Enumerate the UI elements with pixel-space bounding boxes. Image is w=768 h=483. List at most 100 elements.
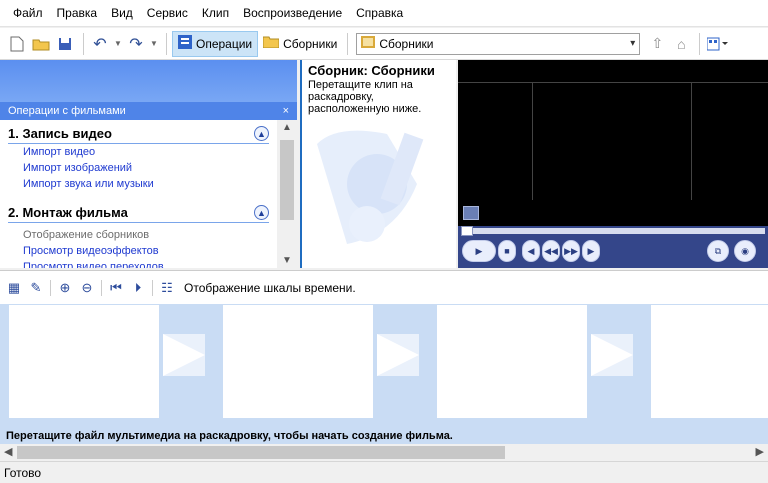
save-icon[interactable]: [54, 33, 76, 55]
toolbar-separator: [699, 32, 701, 55]
scroll-left-icon[interactable]: ◀: [4, 445, 12, 458]
scroll-down-icon[interactable]: ▼: [277, 255, 297, 266]
scroll-right-icon[interactable]: ▶: [756, 445, 764, 458]
folder-up-icon[interactable]: ⇧: [646, 33, 668, 55]
storyboard-clip-slot[interactable]: [437, 305, 587, 418]
rewind-storyboard-icon[interactable]: ⏮: [108, 280, 124, 296]
scrollbar-thumb[interactable]: [17, 446, 505, 459]
preview-grid-line: [532, 82, 533, 200]
link-view-transitions[interactable]: Просмотр видео переходов: [0, 259, 277, 268]
close-icon[interactable]: ×: [283, 105, 289, 117]
new-folder-icon[interactable]: ⌂: [670, 33, 692, 55]
collapse-chevron-icon[interactable]: ▲: [254, 126, 269, 141]
menu-edit[interactable]: Правка: [50, 6, 105, 20]
collections-pane: Сборник: Сборники Перетащите клип на рас…: [300, 60, 456, 268]
section-capture-title: 1. Запись видео: [8, 126, 112, 141]
section-edit-header[interactable]: 2. Монтаж фильма ▲: [0, 199, 277, 222]
collection-select[interactable]: Сборники ▾: [356, 32, 641, 55]
operations-toggle-button[interactable]: Операции: [172, 30, 259, 57]
toolbar-separator: [166, 32, 167, 55]
redo-dropdown-icon[interactable]: ▼: [149, 33, 159, 55]
views-icon[interactable]: [705, 33, 731, 55]
collection-select-value: Сборники: [379, 36, 434, 51]
preview-monitor: ▶ ■ ◀ ◀◀ ▶▶ ▶ ⧉ ◉: [458, 60, 768, 268]
storyboard-clip-slot[interactable]: [9, 305, 159, 418]
seek-track[interactable]: [461, 228, 765, 234]
toolbar-separator: [347, 32, 349, 55]
task-pane-body: 1. Запись видео ▲ Импорт видео Импорт из…: [0, 120, 277, 268]
menu-view[interactable]: Вид: [104, 6, 140, 20]
stop-button[interactable]: ■: [498, 240, 516, 262]
new-project-icon[interactable]: [6, 33, 28, 55]
zoom-out-icon[interactable]: ⊖: [79, 280, 95, 296]
collections-toggle-button[interactable]: Сборники: [258, 31, 342, 57]
collection-icon: [361, 35, 376, 52]
transition-slot[interactable]: [163, 334, 205, 376]
storyboard-toolbar: ▦ ✎ ⊕ ⊖ ⏮ ⏵ ☷ Отображение шкалы времени.: [0, 270, 768, 304]
menu-bar: Файл Правка Вид Сервис Клип Воспроизведе…: [0, 0, 768, 27]
status-bar: Готово: [0, 461, 768, 483]
link-import-video[interactable]: Импорт видео: [0, 144, 277, 160]
collection-title: Сборник: Сборники: [308, 63, 435, 78]
take-picture-button[interactable]: ◉: [734, 240, 756, 262]
open-folder-icon[interactable]: [30, 33, 52, 55]
menu-tools[interactable]: Сервис: [140, 6, 195, 20]
collapse-chevron-icon[interactable]: ▲: [254, 205, 269, 220]
collections-label: Сборники: [283, 36, 338, 51]
menu-clip[interactable]: Клип: [195, 6, 236, 20]
storyboard-clip-slot[interactable]: [223, 305, 373, 418]
transition-slot[interactable]: [591, 334, 633, 376]
storyboard-hint: Перетащите файл мультимедиа на раскадров…: [6, 430, 453, 442]
task-pane: Операции с фильмами × 1. Запись видео ▲ …: [0, 60, 297, 268]
rewind-button[interactable]: ◀◀: [542, 240, 560, 262]
section-divider: [8, 222, 269, 223]
storyboard: Перетащите файл мультимедиа на раскадров…: [0, 304, 768, 444]
film-reel-watermark: [307, 124, 447, 264]
play-storyboard-icon[interactable]: ⏵: [130, 280, 146, 296]
task-pane-title: Операции с фильмами: [8, 105, 126, 117]
collection-description: Перетащите клип на раскадровку, располож…: [308, 79, 422, 115]
link-show-collections[interactable]: Отображение сборников: [0, 227, 277, 243]
storyboard-clip-slot[interactable]: [651, 305, 768, 418]
play-button[interactable]: ▶: [462, 240, 496, 262]
operations-label: Операции: [196, 36, 253, 51]
section-edit-title: 2. Монтаж фильма: [8, 205, 128, 220]
menu-help[interactable]: Справка: [349, 6, 410, 20]
narration-icon[interactable]: ▦: [6, 280, 22, 296]
scrollbar-thumb[interactable]: [280, 140, 294, 220]
storyboard-scrollbar[interactable]: ◀ ▶: [0, 444, 768, 461]
tasks-icon: [178, 35, 192, 52]
split-screen-icon[interactable]: [463, 206, 479, 220]
link-import-audio[interactable]: Импорт звука или музыки: [0, 176, 277, 192]
next-frame-button[interactable]: ▶: [582, 240, 600, 262]
undo-dropdown-icon[interactable]: ▼: [113, 33, 123, 55]
split-clip-button[interactable]: ⧉: [707, 240, 729, 262]
toolbar: ↶ ▼ ↷ ▼ Операции Сборники Сборники ▾ ⇧ ⌂: [0, 28, 768, 60]
preview-grid-line: [691, 82, 692, 200]
folder-icon: [262, 36, 280, 51]
chevron-down-icon: ▾: [630, 38, 636, 49]
audio-levels-icon[interactable]: ✎: [28, 280, 44, 296]
scroll-up-icon[interactable]: ▲: [277, 122, 297, 133]
section-capture-header[interactable]: 1. Запись видео ▲: [0, 120, 277, 143]
undo-icon[interactable]: ↶: [89, 33, 111, 55]
transition-slot[interactable]: [377, 334, 419, 376]
toolbar-separator: [83, 32, 84, 55]
previous-frame-button[interactable]: ◀: [522, 240, 540, 262]
toolbar-separator: [101, 279, 102, 296]
fast-forward-button[interactable]: ▶▶: [562, 240, 580, 262]
toolbar-separator: [50, 279, 51, 296]
task-pane-banner: [0, 60, 297, 102]
zoom-in-icon[interactable]: ⊕: [57, 280, 73, 296]
link-import-images[interactable]: Импорт изображений: [0, 160, 277, 176]
task-pane-scrollbar[interactable]: ▲ ▼: [277, 120, 297, 268]
menu-play[interactable]: Воспроизведение: [236, 6, 349, 20]
show-timeline-label[interactable]: Отображение шкалы времени.: [184, 281, 356, 295]
menu-file[interactable]: Файл: [6, 6, 50, 20]
redo-icon[interactable]: ↷: [125, 33, 147, 55]
link-view-effects[interactable]: Просмотр видеоэффектов: [0, 243, 277, 259]
toolbar-separator: [152, 279, 153, 296]
timeline-icon[interactable]: ☷: [159, 280, 175, 296]
task-pane-header: Операции с фильмами ×: [0, 102, 297, 120]
seek-thumb[interactable]: [461, 226, 473, 236]
